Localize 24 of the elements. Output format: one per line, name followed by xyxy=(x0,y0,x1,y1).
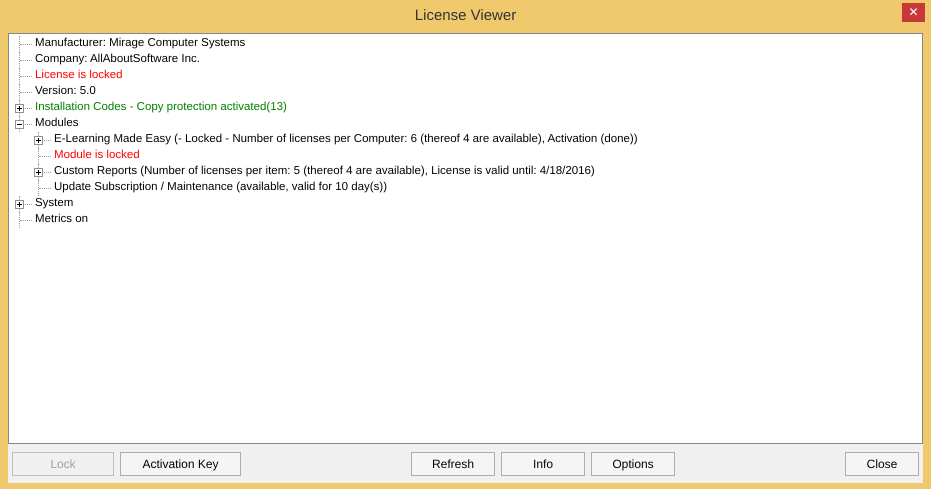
tree-item[interactable]: E-Learning Made Easy (- Locked - Number of licenses per Computer: 6 (thereof 4 are available), Activation (done)) xyxy=(53,131,638,149)
expand-icon[interactable] xyxy=(34,136,43,145)
tree-item[interactable]: Version: 5.0 xyxy=(34,83,96,101)
window-title: License Viewer xyxy=(414,6,516,26)
tree-item[interactable]: Modules xyxy=(34,115,78,133)
tree-item[interactable]: Metrics on xyxy=(34,211,88,229)
collapse-icon[interactable] xyxy=(15,120,24,129)
close-icon[interactable]: ✕ xyxy=(902,3,925,22)
tree-item[interactable]: License is locked xyxy=(34,67,123,85)
dialog-button[interactable]: Close xyxy=(845,452,919,476)
tree-item[interactable]: Company: AllAboutSoftware Inc. xyxy=(34,51,200,69)
tree-item[interactable]: Installation Codes - Copy protection activated(13) xyxy=(34,99,287,117)
tree-item[interactable]: Manufacturer: Mirage Computer Systems xyxy=(34,35,246,53)
dialog-button[interactable]: Refresh xyxy=(411,452,495,476)
dialog-button[interactable]: Info xyxy=(501,452,585,476)
tree-item[interactable]: Module is locked xyxy=(53,147,140,165)
dialog-button[interactable]: Options xyxy=(591,452,675,476)
expand-icon[interactable] xyxy=(34,168,43,177)
expand-icon[interactable] xyxy=(15,104,24,113)
dialog-button[interactable]: Activation Key xyxy=(120,452,241,476)
tree-item[interactable]: System xyxy=(34,195,74,213)
tree-item[interactable]: Custom Reports (Number of licenses per item: 5 (thereof 4 are available), License is valid until: 4/18/2016) xyxy=(53,163,595,181)
tree-item[interactable]: Update Subscription / Maintenance (available, valid for 10 day(s)) xyxy=(53,179,388,197)
expand-icon[interactable] xyxy=(15,200,24,209)
